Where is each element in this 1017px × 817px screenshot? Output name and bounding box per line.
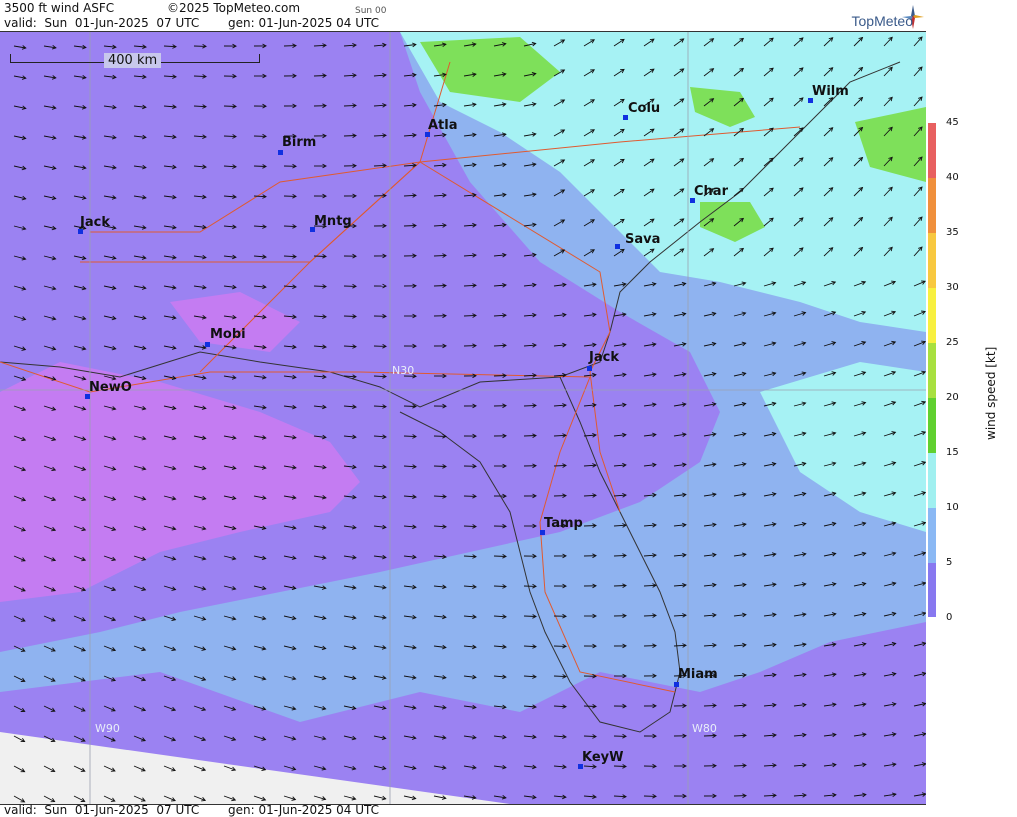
colorbar-tick-label: 30 [946,282,959,293]
city-label-key-west[interactable]: KeyW [582,750,623,765]
city-label-montgomery[interactable]: Mntg [314,214,352,229]
wind-arrow-shaft [643,614,657,617]
wind-field-layer [0,32,926,804]
city-label-mobile[interactable]: Mobi [210,327,246,342]
wind-arrow-shaft [283,225,297,228]
colorbar-tick-label: 25 [946,337,959,348]
colorbar-tick-label: 20 [946,392,959,403]
scale-bar-label: 400 km [104,53,162,68]
colorbar-tick-label: 35 [946,227,959,238]
colorbar-segment [928,288,936,343]
wind-arrow-shaft [553,464,567,467]
wind-arrow-shaft [253,165,267,167]
city-marker-mobile[interactable] [205,342,210,347]
wind-arrow-shaft [223,105,237,107]
wind-arrow-shaft [493,555,507,557]
colorbar-segment [928,343,936,398]
wind-arrow-shaft [523,435,537,437]
lon-label-w80: W80 [692,722,717,735]
lon-label-w90: W90 [95,722,120,735]
colorbar-segment [928,178,936,233]
wind-arrow-shaft [433,465,447,467]
wind-arrow-shaft [343,104,357,107]
colorbar-tick-label: 45 [946,117,959,128]
wind-arrow-shaft [733,764,747,767]
wind-speed-colorbar [928,123,936,617]
wind-arrow-shaft [703,704,717,707]
colorbar-tick-label: 15 [946,447,959,458]
colorbar-segment [928,563,936,617]
wind-arrow-shaft [493,375,507,377]
wind-arrow-shaft [403,225,417,227]
wind-arrow-shaft [613,585,627,587]
footer: valid: Sun 01-Jun-2025 07 UTC gen: 01-Ju… [0,803,926,817]
wind-arrow-shaft [613,765,627,767]
wind-arrow-shaft [613,554,627,557]
colorbar-segment [928,233,936,288]
valid-time: valid: Sun 01-Jun-2025 07 UTC [4,16,200,30]
wind-arrow-shaft [523,615,537,617]
colorbar-tick-label: 0 [946,612,953,623]
footer-valid-time: valid: Sun 01-Jun-2025 07 UTC [4,803,200,817]
wind-arrow-shaft [193,75,207,78]
city-label-miami[interactable]: Miam [678,667,718,682]
city-label-jackson-ms[interactable]: Jack [80,215,110,230]
wind-arrow-shaft [583,705,597,707]
wind-arrow-shaft [373,164,387,167]
wind-arrow-shaft [493,585,507,588]
wind-arrow-shaft [583,525,597,527]
city-label-columbia[interactable]: Colu [628,101,660,116]
wind-arrow-shaft [433,254,447,257]
wind-arrow-shaft [523,404,537,407]
wind-arrow-shaft [223,135,237,138]
city-label-savannah[interactable]: Sava [625,232,660,247]
wind-arrow-shaft [343,135,357,137]
map-title: 3500 ft wind ASFC [4,1,115,15]
wind-arrow-shaft [343,315,357,317]
lat-label-n30: N30 [392,364,415,377]
colorbar-segment [928,398,936,453]
city-marker-miami[interactable] [674,682,679,687]
wind-arrow-shaft [403,435,417,438]
colorbar-segment [928,123,936,178]
colorbar-segment [928,508,936,563]
city-label-charleston[interactable]: Char [694,184,728,199]
city-label-atlanta[interactable]: Atla [428,118,458,133]
wind-arrow-shaft [403,405,417,407]
wind-arrow-shaft [463,525,477,528]
city-label-jacksonville[interactable]: Jack [589,350,619,365]
wind-arrow-shaft [313,75,327,77]
city-label-wilmington[interactable]: Wilm [812,84,849,99]
wind-arrow-shaft [433,285,447,287]
city-label-birmingham[interactable]: Birm [282,135,316,150]
city-marker-jacksonville[interactable] [587,366,592,371]
topmeteo-logo: TopMeteo [851,13,913,29]
city-label-tampa[interactable]: Tamp [544,516,583,531]
footer-generated-time: gen: 01-Jun-2025 04 UTC [228,803,380,817]
wind-map[interactable]: 400 km N30 W90 W80 Jack Birm Mntg Atla C… [0,31,926,805]
city-label-new-orleans[interactable]: NewO [89,380,132,395]
wind-arrow-shaft [703,735,717,737]
city-marker-birmingham[interactable] [278,150,283,155]
colorbar-label: wind speed [kt] [984,346,998,440]
wind-arrow-shaft [313,285,327,288]
colorbar-tick-label: 5 [946,557,953,568]
colorbar-segment [928,453,936,508]
colorbar-tick-label: 40 [946,172,959,183]
city-marker-savannah[interactable] [615,244,620,249]
wind-arrow-shaft [583,735,597,738]
wind-arrow-shaft [463,314,477,317]
generated-time: gen: 01-Jun-2025 04 UTC [228,16,380,30]
wind-arrow-shaft [373,375,387,378]
copyright-text: ©2025 TopMeteo.com [167,1,301,15]
colorbar-tick-label: 10 [946,502,959,513]
wind-arrow-shaft [313,255,327,257]
wind-arrow-shaft [553,675,567,678]
